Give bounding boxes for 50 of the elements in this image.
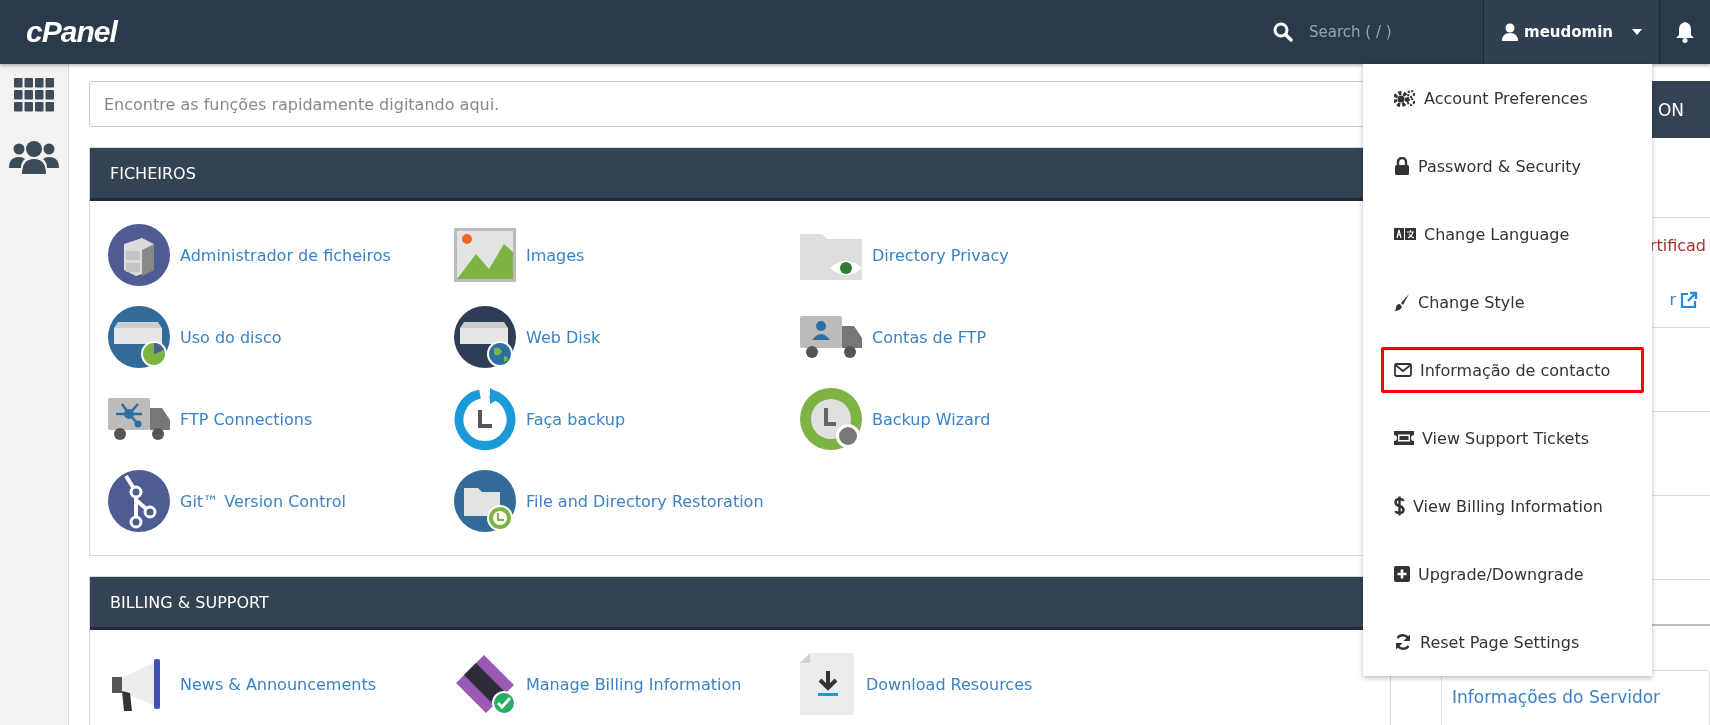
caret-icon [1631,28,1643,36]
brush-icon [1394,293,1410,311]
ticket-icon [1394,431,1414,445]
feature-link[interactable]: Images [454,223,800,287]
menu-item[interactable]: Change Language [1381,200,1644,268]
download-icon [800,653,856,715]
apps-grid-button[interactable] [14,78,54,112]
dollar-icon [1394,496,1405,516]
menu-item[interactable]: Change Style [1381,268,1644,336]
feature-link[interactable]: Faça backup [454,387,800,451]
feature-link[interactable]: Administrador de ficheiros [108,223,454,287]
credit-card-icon [454,653,516,715]
search-icon [1273,22,1293,42]
envelope-icon [1394,363,1412,377]
menu-item[interactable]: View Support Tickets [1381,404,1644,472]
grid-icon [14,78,54,112]
user-icon [1502,23,1518,41]
external-link[interactable]: r [1669,290,1706,310]
feature-link[interactable]: News & Announcements [108,652,454,716]
menu-item[interactable]: View Billing Information [1381,472,1644,540]
file-cabinet-icon [108,224,170,286]
bell-icon [1675,21,1695,43]
translate-icon [1394,227,1416,241]
feature-link[interactable]: Manage Billing Information [454,652,800,716]
branch-icon [108,470,170,532]
feature-link[interactable]: Directory Privacy [800,223,1146,287]
clock-arrow-icon [454,388,516,450]
menu-item[interactable]: Informação de contacto [1381,347,1644,393]
user-menu-button[interactable]: meudomin [1483,0,1660,64]
search-field[interactable]: Search ( / ) [1307,22,1461,42]
warning-text: rtificad [1649,235,1706,255]
feature-link[interactable]: Uso do disco [108,305,454,369]
users-icon [9,140,59,174]
feature-link[interactable]: File and Directory Restoration [454,469,800,533]
plus-square-icon [1394,566,1410,582]
external-link-icon [1680,290,1698,309]
server-info-link[interactable]: Informações do Servidor [1452,687,1661,707]
feature-link[interactable]: Web Disk [454,305,800,369]
feature-link[interactable]: FTP Connections [108,387,454,451]
lock-icon [1394,157,1410,175]
server-pie-icon [108,306,170,368]
feature-link[interactable]: Backup Wizard [800,387,1146,451]
folder-clock-icon [454,470,516,532]
refresh-icon [1394,633,1412,651]
users-button[interactable] [9,140,59,174]
logo[interactable]: cPanel [26,15,117,49]
feature-link[interactable]: Git™ Version Control [108,469,454,533]
server-globe-icon [454,306,516,368]
feature-link[interactable]: Contas de FTP [800,305,1146,369]
feature-link[interactable]: Download Resources [800,652,1146,716]
